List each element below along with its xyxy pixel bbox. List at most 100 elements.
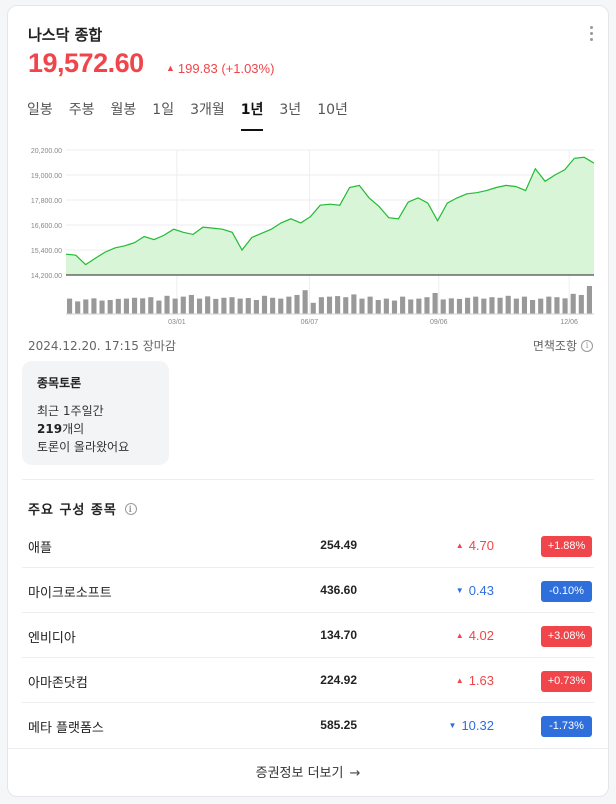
- y-tick-label: 16,600.00: [31, 223, 62, 230]
- more-info-label: 증권정보 더보기: [255, 766, 344, 781]
- volume-bar: [538, 298, 544, 314]
- info-icon: i: [581, 339, 593, 352]
- change-value: 199.83: [177, 61, 218, 76]
- y-tick-label: 20,200.00: [31, 148, 62, 155]
- y-tick-label: 14,200.00: [31, 273, 62, 280]
- volume-bar: [140, 298, 146, 314]
- stock-change-badge: +1.88%: [541, 536, 592, 557]
- volume-bar: [83, 299, 89, 314]
- volume-bar: [513, 298, 519, 314]
- volume-bar: [578, 294, 584, 314]
- current-price: 19,572.60: [28, 48, 144, 78]
- stock-change-badge: +0.73%: [541, 671, 592, 692]
- volume-bar: [375, 300, 381, 314]
- tab-1year[interactable]: 1년: [240, 99, 263, 131]
- volume-bar: [416, 298, 422, 314]
- index-title[interactable]: 나스닥 종합: [28, 24, 102, 45]
- volume-bar: [115, 298, 121, 314]
- tab-3month[interactable]: 3개월: [190, 99, 225, 131]
- volume-bar: [91, 298, 97, 314]
- table-row[interactable]: 엔비디아 134.70 ▲ 4.02 +3.08%: [22, 613, 594, 658]
- volume-bar: [75, 301, 81, 314]
- volume-bar: [148, 297, 154, 314]
- volume-bar: [172, 298, 178, 314]
- up-arrow-icon: ▲: [166, 63, 175, 73]
- table-row[interactable]: 마이크로소프트 436.60 ▼ 0.43 -0.10%: [22, 568, 594, 613]
- discussion-count: 219: [37, 422, 63, 436]
- table-row[interactable]: 메타 플랫폼스 585.25 ▼ 10.32 -1.73%: [22, 703, 594, 748]
- stock-change-value: 10.32: [461, 718, 494, 733]
- x-tick-label: 12/06: [560, 319, 578, 326]
- stock-price: 224.92: [320, 673, 357, 687]
- divider: [22, 479, 594, 480]
- tab-monthly[interactable]: 월봉: [111, 99, 137, 131]
- volume-bar: [432, 293, 438, 314]
- stock-name: 메타 플랫폼스: [28, 721, 104, 736]
- info-icon[interactable]: i: [124, 502, 137, 515]
- price-chart[interactable]: 20,200.00 19,000.00 17,800.00 16,600.00 15,4…: [8, 138, 609, 333]
- stock-name: 엔비디아: [28, 631, 76, 646]
- volume-bar: [367, 296, 373, 314]
- discussion-line2: 219개의: [37, 420, 154, 438]
- stock-change-value: 1.63: [468, 673, 494, 688]
- tab-3year[interactable]: 3년: [279, 99, 301, 131]
- volume-bar: [205, 296, 211, 314]
- stock-change: ▲ 1.63: [456, 673, 494, 688]
- x-tick-label: 03/01: [168, 319, 186, 326]
- more-options-icon[interactable]: [590, 26, 594, 42]
- volume-bar: [318, 297, 324, 314]
- y-tick-label: 15,400.00: [31, 248, 62, 255]
- volume-bar: [343, 297, 349, 314]
- volume-bar: [261, 295, 268, 314]
- change-percent: (+1.03%): [221, 61, 275, 76]
- volume-bar: [489, 297, 495, 314]
- stock-change-badge: -0.10%: [541, 581, 592, 602]
- table-row[interactable]: 애플 254.49 ▲ 4.70 +1.88%: [22, 523, 594, 568]
- period-tabs: 일봉 주봉 월봉 1일 3개월 1년 3년 10년: [27, 99, 364, 131]
- stock-name: 마이크로소프트: [28, 586, 112, 601]
- index-card: 나스닥 종합 19,572.60 ▲ 199.83 (+1.03%) 일봉 주봉 …: [7, 5, 609, 797]
- stock-change: ▲ 4.02: [456, 628, 494, 643]
- volume-bar: [391, 300, 398, 314]
- more-info-button[interactable]: 증권정보 더보기 →: [8, 748, 608, 796]
- tab-daily[interactable]: 일봉: [27, 99, 53, 131]
- volume-bar: [131, 297, 138, 314]
- tab-1day[interactable]: 1일: [152, 99, 174, 131]
- volume-bar: [107, 300, 113, 314]
- disclaimer-link[interactable]: 면책조항 i: [533, 337, 593, 354]
- volume-bar: [424, 297, 430, 314]
- volume-bar: [335, 296, 341, 314]
- discussion-line3: 토론이 올라왔어요: [37, 440, 130, 454]
- volume-bar: [351, 294, 357, 314]
- discussion-card[interactable]: 종목토론 최근 1주일간 219개의 토론이 올라왔어요: [22, 361, 169, 465]
- stock-change-badge: +3.08%: [541, 626, 592, 647]
- tab-10year[interactable]: 10년: [317, 99, 348, 131]
- volume-bar: [570, 293, 576, 314]
- y-tick-label: 19,000.00: [31, 173, 62, 180]
- volume-bar: [156, 300, 162, 314]
- table-row[interactable]: 아마존닷컴 224.92 ▲ 1.63 +0.73%: [22, 658, 594, 703]
- volume-bar: [400, 296, 406, 314]
- volume-bar: [562, 298, 568, 314]
- volume-bar: [505, 295, 511, 314]
- volume-bar: [99, 300, 105, 314]
- volume-bar: [359, 298, 365, 314]
- volume-bar: [586, 286, 592, 314]
- stock-change: ▲ 4.70: [456, 538, 494, 553]
- volume-bar: [229, 297, 235, 314]
- volume-bar: [188, 294, 194, 314]
- stock-change-badge: -1.73%: [541, 716, 592, 737]
- volume-bar: [164, 295, 170, 314]
- volume-bar: [221, 297, 227, 314]
- x-tick-label: 06/07: [301, 319, 319, 326]
- down-arrow-icon: ▼: [448, 721, 457, 730]
- volume-bar: [440, 299, 446, 314]
- volume-bar: [180, 296, 186, 314]
- stock-price: 134.70: [320, 628, 357, 642]
- tab-weekly[interactable]: 주봉: [69, 99, 95, 131]
- volume-bar: [473, 296, 479, 314]
- stock-name: 애플: [28, 541, 52, 556]
- stock-price: 254.49: [320, 538, 357, 552]
- volume-bar: [310, 302, 316, 314]
- volume-bar: [448, 298, 454, 314]
